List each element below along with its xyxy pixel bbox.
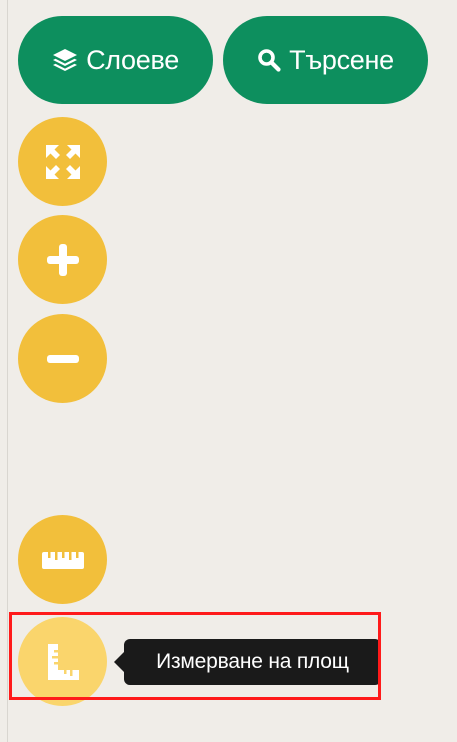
expand-arrows-icon	[44, 143, 82, 181]
layers-button[interactable]: Слоеве	[18, 16, 213, 104]
panel-divider	[7, 0, 8, 742]
search-icon	[257, 48, 281, 72]
measure-area-button[interactable]	[18, 617, 107, 706]
zoom-out-button[interactable]	[18, 314, 107, 403]
plus-icon	[45, 242, 81, 278]
tooltip-text: Измерване на площ	[156, 650, 349, 673]
search-label: Търсене	[289, 44, 394, 75]
layers-icon	[52, 48, 78, 72]
zoom-in-button[interactable]	[18, 215, 107, 304]
layers-label: Слоеве	[86, 44, 179, 75]
measure-area-tooltip: Измерване на площ	[124, 639, 381, 685]
fullscreen-button[interactable]	[18, 117, 107, 206]
ruler-icon	[41, 549, 85, 571]
measure-length-button[interactable]	[18, 515, 107, 604]
search-button[interactable]: Търсене	[223, 16, 428, 104]
ruler-angle-icon	[45, 642, 81, 682]
minus-icon	[45, 341, 81, 377]
tooltip-arrow	[114, 652, 124, 672]
